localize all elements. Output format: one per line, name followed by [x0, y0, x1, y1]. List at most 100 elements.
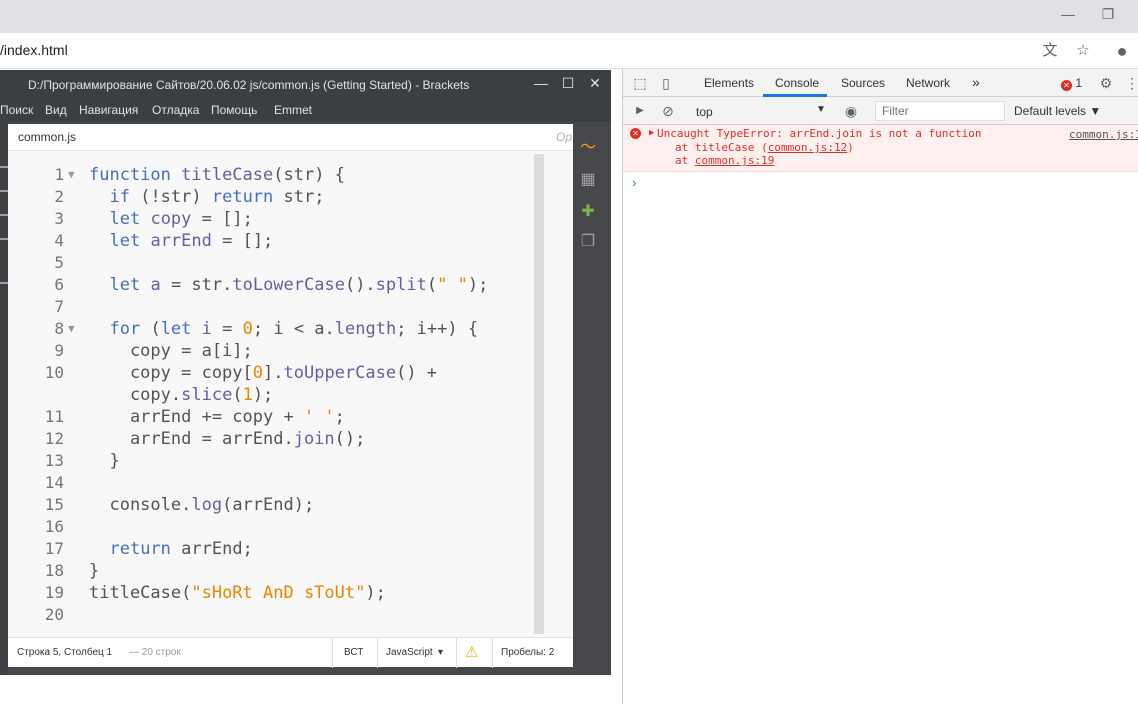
menu-debug[interactable]: Отладка [152, 103, 199, 117]
code-token: split [375, 275, 427, 295]
indent-spaces[interactable]: Пробелы: 2 [501, 647, 554, 658]
error-source-link[interactable]: common.js:1 [1069, 128, 1138, 141]
docs-icon[interactable]: ❒ [578, 232, 598, 252]
minimize-icon[interactable]: — [1056, 4, 1080, 24]
code-text: } [89, 560, 99, 582]
code-line[interactable]: 2 if (!str) return str; [8, 186, 538, 208]
code-line[interactable]: 8 ▼ for (let i = 0; i < a.length; i++) { [8, 318, 538, 340]
tab-network[interactable]: Network [906, 76, 950, 90]
source-link[interactable]: common.js:19 [695, 154, 774, 167]
restore-icon[interactable]: ❐ [1096, 4, 1120, 24]
close-icon[interactable]: ✕ [584, 72, 606, 94]
code-token: slice [181, 385, 233, 405]
console-toolbar: ▶ ⊘ top ▼ ◉ Default levels ▼ [623, 97, 1138, 125]
code-line[interactable]: 20 [8, 604, 538, 626]
tab-elements[interactable]: Elements [704, 76, 754, 90]
brackets-toolbar: 〜 ▦ ✚ ❒ [573, 122, 603, 675]
fold-arrow-icon[interactable]: ▼ [68, 318, 75, 340]
code-line[interactable]: 3 let copy = []; [8, 208, 538, 230]
line-number: 20 [44, 605, 64, 624]
code-line[interactable]: 16 [8, 516, 538, 538]
log-levels-dropdown[interactable]: Default levels ▼ [1014, 104, 1101, 118]
fold-arrow-icon[interactable]: ▼ [68, 164, 75, 186]
code-line[interactable]: 15 console.log(arrEnd); [8, 494, 538, 516]
trace-text: at titleCase ( [675, 141, 768, 154]
tab-sources[interactable]: Sources [841, 76, 885, 90]
code-line[interactable]: 14 [8, 472, 538, 494]
error-count-badge[interactable]: ✕ 1 [1061, 76, 1082, 91]
code-line[interactable]: 13 } [8, 450, 538, 472]
code-line[interactable]: 7 [8, 296, 538, 318]
gear-icon[interactable]: ⚙ [1097, 74, 1115, 92]
code-token: toUpperCase [283, 363, 397, 383]
code-line[interactable]: 9 copy = a[i]; [8, 340, 538, 362]
eye-icon[interactable]: ◉ [842, 102, 860, 120]
line-number: 5 [54, 253, 64, 272]
insert-mode[interactable]: ВСТ [344, 647, 363, 658]
code-token: copy. [89, 385, 182, 405]
code-line[interactable]: 4 let arrEnd = []; [8, 230, 538, 252]
expand-arrow-icon[interactable]: ▶ [649, 128, 654, 138]
code-line[interactable]: 6 let a = str.toLowerCase().split(" "); [8, 274, 538, 296]
code-token: = []; [191, 209, 253, 229]
maximize-icon[interactable]: ☐ [557, 72, 579, 94]
context-selector[interactable]: top [696, 105, 713, 119]
cursor-position[interactable]: Строка 5, Столбец 1 [17, 647, 112, 658]
live-preview-icon[interactable]: 〜 [578, 138, 598, 158]
line-number: 19 [44, 583, 64, 602]
code-line[interactable]: 5 [8, 252, 538, 274]
inspect-element-icon[interactable]: ⬚ [631, 74, 649, 92]
address-bar[interactable]: /index.html 文 ☆ ● [0, 33, 1138, 69]
more-menu-icon[interactable]: ⋮ [1123, 74, 1138, 92]
translate-icon[interactable]: 文 [1040, 41, 1060, 61]
code-line[interactable]: 18} [8, 560, 538, 582]
code-token: ]. [263, 363, 284, 383]
code-area[interactable]: 1 ▼ function titleCase(str) {2 if (!str) r… [8, 164, 538, 634]
source-link[interactable]: common.js:12 [768, 141, 847, 154]
extensions-icon[interactable]: ▦ [578, 170, 598, 190]
line-number: 16 [44, 517, 64, 536]
gift-icon[interactable]: ✚ [578, 202, 598, 222]
code-line[interactable]: 11 arrEnd += copy + ' '; [8, 406, 538, 428]
code-line[interactable]: 17 return arrEnd; [8, 538, 538, 560]
console-sidebar-icon[interactable]: ▶ [631, 102, 649, 120]
profile-icon[interactable]: ● [1112, 41, 1132, 61]
error-text: Uncaught TypeError: arrEnd.join is not a… [657, 127, 982, 140]
menu-help[interactable]: Помощь [211, 103, 257, 117]
menu-navigate[interactable]: Навигация [79, 103, 138, 117]
tab-console[interactable]: Console [775, 76, 819, 90]
devtools-tabbar: ⬚ ▯ Elements Console Sources Network » ✕… [623, 69, 1138, 97]
bookmark-star-icon[interactable]: ☆ [1073, 41, 1093, 61]
menu-search[interactable]: Поиск [0, 103, 33, 117]
file-tab[interactable]: common.js [18, 130, 76, 144]
line-number: 4 [54, 231, 64, 250]
minimize-icon[interactable]: — [530, 72, 552, 94]
console-error-message[interactable]: ✕ ▶ Uncaught TypeError: arrEnd.join is n… [623, 125, 1138, 172]
filter-input[interactable] [875, 101, 1005, 121]
clear-console-icon[interactable]: ⊘ [659, 102, 677, 120]
more-tabs-icon[interactable]: » [972, 74, 980, 90]
menu-emmet[interactable]: Emmet [274, 103, 312, 117]
code-text: arrEnd += copy + ' '; [89, 406, 345, 428]
brackets-titlebar: D:/Программирование Сайтов/20.06.02 js/c… [0, 70, 611, 98]
menu-view[interactable]: Вид [45, 103, 67, 117]
code-editor[interactable]: common.js Op 1 ▼ function titleCase(str) {… [8, 124, 573, 668]
device-toolbar-icon[interactable]: ▯ [657, 74, 675, 92]
code-line[interactable]: copy.slice(1); [8, 384, 538, 406]
console-prompt[interactable]: › [632, 175, 636, 190]
warning-icon[interactable]: ⚠ [465, 643, 478, 661]
error-icon: ✕ [1061, 80, 1072, 91]
line-number: 17 [44, 539, 64, 558]
vertical-scrollbar[interactable] [534, 154, 544, 634]
chevron-down-icon[interactable]: ▾ [438, 647, 443, 658]
code-line[interactable]: 19 titleCase("sHoRt AnD sToUt"); [8, 582, 538, 604]
chevron-down-icon[interactable]: ▼ [816, 104, 826, 115]
code-line[interactable]: 1 ▼ function titleCase(str) { [8, 164, 538, 186]
language-mode[interactable]: JavaScript [386, 647, 433, 658]
url-text[interactable]: /index.html [0, 42, 68, 58]
code-line[interactable]: 10 copy = copy[0].toUpperCase() + [8, 362, 538, 384]
code-line[interactable]: 12 arrEnd = arrEnd.join(); [8, 428, 538, 450]
